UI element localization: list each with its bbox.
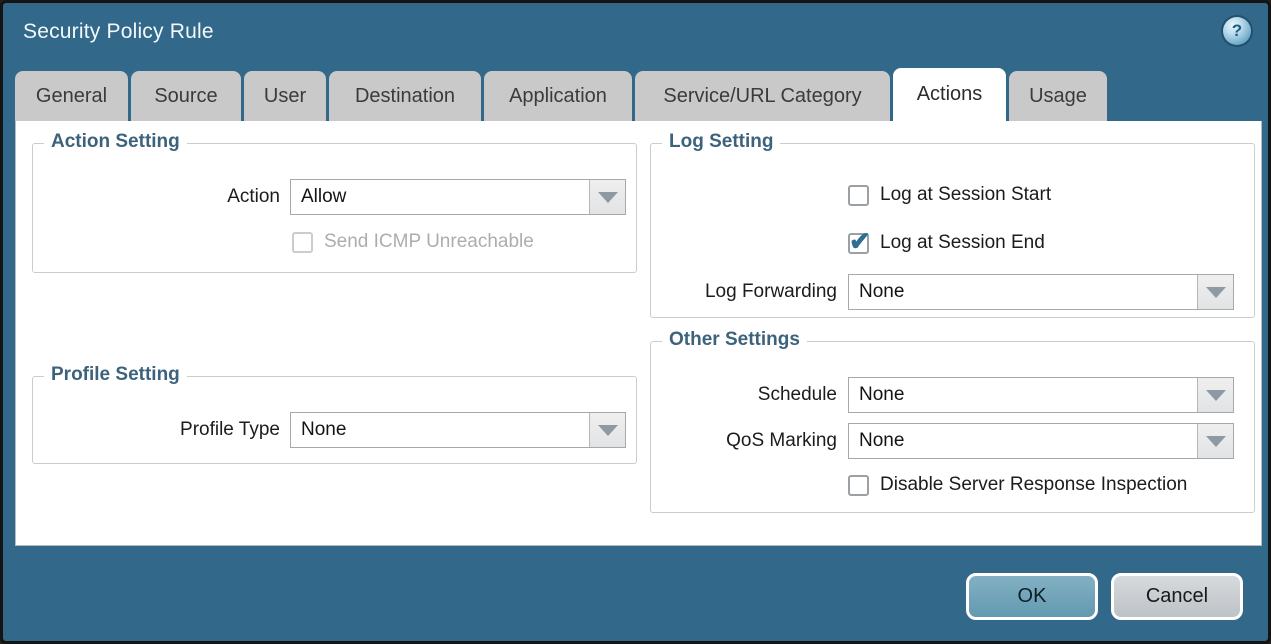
qos-marking-dropdown[interactable]: None (848, 423, 1234, 459)
tab-user[interactable]: User (244, 71, 326, 121)
ok-button[interactable]: OK (966, 573, 1098, 620)
log-session-end-row: Log at Session End (848, 232, 1045, 254)
tab-application[interactable]: Application (484, 71, 632, 121)
profile-type-label: Profile Type (33, 412, 280, 448)
log-session-start-row: Log at Session Start (848, 184, 1051, 206)
action-label: Action (33, 179, 280, 215)
tab-general[interactable]: General (15, 71, 128, 121)
dsri-row: Disable Server Response Inspection (848, 474, 1187, 496)
chevron-down-icon (598, 192, 618, 203)
security-policy-rule-dialog: Security Policy Rule ? General Source Us… (0, 0, 1271, 644)
log-setting-group: Log Setting Log at Session Start Log at … (650, 143, 1255, 318)
tab-destination[interactable]: Destination (329, 71, 481, 121)
tab-usage[interactable]: Usage (1009, 71, 1107, 121)
profile-setting-legend: Profile Setting (44, 364, 187, 386)
action-dropdown[interactable]: Allow (290, 179, 626, 215)
send-icmp-unreachable-checkbox (292, 232, 313, 253)
chevron-down-icon (1206, 287, 1226, 298)
cancel-button[interactable]: Cancel (1111, 573, 1243, 620)
send-icmp-unreachable-label: Send ICMP Unreachable (324, 231, 534, 253)
other-settings-legend: Other Settings (662, 329, 807, 351)
action-dropdown-button[interactable] (589, 180, 625, 214)
schedule-dropdown[interactable]: None (848, 377, 1234, 413)
log-forwarding-label: Log Forwarding (651, 274, 837, 310)
qos-marking-label: QoS Marking (651, 423, 837, 459)
log-forwarding-dropdown[interactable]: None (848, 274, 1234, 310)
profile-setting-group: Profile Setting Profile Type None (32, 376, 637, 464)
schedule-label: Schedule (651, 377, 837, 413)
tab-bar: General Source User Destination Applicat… (15, 71, 1107, 121)
qos-marking-dropdown-value: None (849, 424, 1197, 458)
log-setting-legend: Log Setting (662, 131, 780, 153)
log-forwarding-dropdown-value: None (849, 275, 1197, 309)
other-settings-group: Other Settings Schedule None QoS Marking… (650, 341, 1255, 513)
tab-service-url-category[interactable]: Service/URL Category (635, 71, 890, 121)
schedule-dropdown-value: None (849, 378, 1197, 412)
tab-content-panel: Action Setting Action Allow Send ICMP Un… (15, 121, 1262, 546)
action-dropdown-value: Allow (291, 180, 589, 214)
dsri-checkbox[interactable] (848, 475, 869, 496)
schedule-dropdown-button[interactable] (1197, 378, 1233, 412)
profile-type-dropdown-button[interactable] (589, 413, 625, 447)
log-session-start-checkbox[interactable] (848, 185, 869, 206)
dsri-label: Disable Server Response Inspection (880, 474, 1187, 496)
send-icmp-unreachable-row: Send ICMP Unreachable (292, 231, 534, 253)
log-forwarding-dropdown-button[interactable] (1197, 275, 1233, 309)
tab-actions[interactable]: Actions (893, 68, 1006, 121)
dialog-title: Security Policy Rule (23, 20, 214, 44)
profile-type-dropdown-value: None (291, 413, 589, 447)
log-session-start-label: Log at Session Start (880, 184, 1051, 206)
log-session-end-checkbox[interactable] (848, 233, 869, 254)
tab-source[interactable]: Source (131, 71, 241, 121)
chevron-down-icon (1206, 390, 1226, 401)
log-session-end-label: Log at Session End (880, 232, 1045, 254)
profile-type-dropdown[interactable]: None (290, 412, 626, 448)
qos-marking-dropdown-button[interactable] (1197, 424, 1233, 458)
chevron-down-icon (1206, 436, 1226, 447)
chevron-down-icon (598, 425, 618, 436)
action-setting-group: Action Setting Action Allow Send ICMP Un… (32, 143, 637, 273)
help-icon[interactable]: ? (1223, 17, 1251, 45)
action-setting-legend: Action Setting (44, 131, 187, 153)
